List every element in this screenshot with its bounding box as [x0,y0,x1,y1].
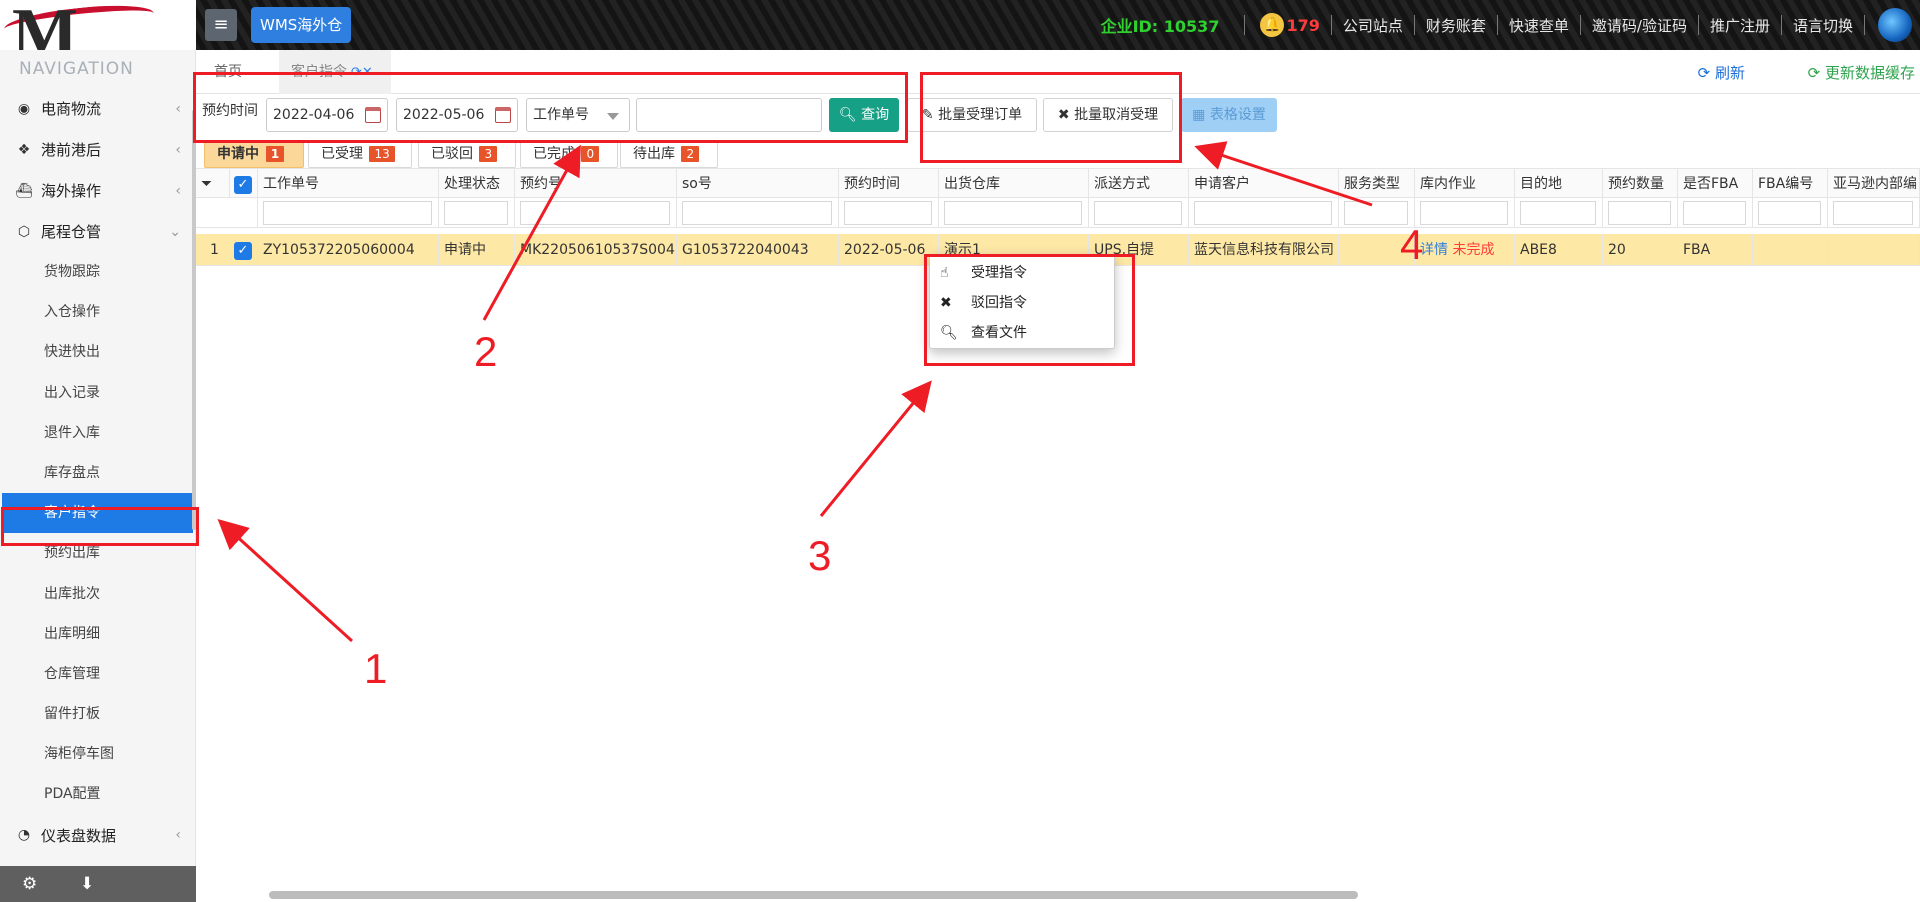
annotation-arrows [217,141,1373,643]
annotation-number: 4 [1400,221,1424,268]
annotation-number: 3 [808,532,832,579]
annotation-number: 2 [474,328,498,375]
annotation-number: 1 [364,645,388,692]
